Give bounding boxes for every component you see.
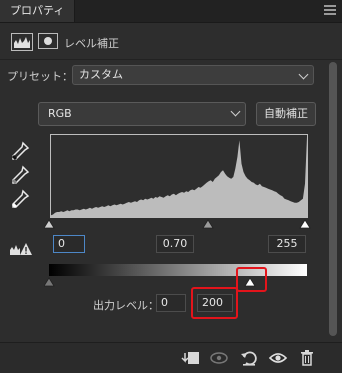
chevron-down-icon	[298, 69, 309, 80]
auto-button[interactable]: 自動補正	[256, 102, 316, 126]
tab-properties[interactable]: プロパティ	[0, 0, 76, 22]
output-black-slider[interactable]	[43, 277, 55, 287]
view-previous-state-icon[interactable]	[209, 349, 229, 367]
histogram	[50, 134, 308, 218]
channel-value: RGB	[48, 107, 72, 120]
highlight-box-output	[191, 287, 238, 319]
black-point-eyedropper-icon[interactable]	[9, 140, 31, 162]
visibility-eye-icon[interactable]	[268, 349, 288, 367]
input-slider-track[interactable]	[43, 217, 314, 229]
output-levels-label: 出力レベル：	[93, 299, 159, 312]
layer-mask-icon[interactable]	[38, 33, 58, 49]
highlight-box-slider	[236, 267, 267, 292]
input-gamma-field[interactable]: 0.70	[156, 235, 194, 253]
preset-value: カスタム	[79, 68, 123, 81]
scrollbar[interactable]	[327, 60, 339, 342]
tab-bar: プロパティ	[0, 0, 342, 23]
clip-to-layer-icon[interactable]	[180, 349, 200, 367]
trash-icon[interactable]	[297, 349, 317, 367]
panel-menu-icon[interactable]	[324, 5, 336, 15]
scrollbar-thumb[interactable]	[329, 62, 337, 336]
clipping-warning-icon[interactable]	[9, 242, 33, 256]
bottom-toolbar	[0, 342, 342, 373]
white-point-eyedropper-icon[interactable]	[9, 188, 31, 210]
channel-dropdown[interactable]: RGB	[38, 102, 246, 126]
panel-title: レベル補正	[64, 37, 119, 50]
input-black-slider[interactable]	[43, 219, 55, 229]
input-gamma-slider[interactable]	[202, 219, 214, 229]
input-white-field[interactable]: 255	[268, 235, 306, 253]
output-black-field[interactable]: 0	[156, 294, 186, 312]
input-white-slider[interactable]	[299, 219, 311, 229]
chevron-down-icon	[230, 106, 241, 117]
preset-dropdown[interactable]: カスタム	[72, 65, 314, 85]
histogram-graph	[51, 135, 307, 217]
output-slider-track[interactable]	[43, 274, 314, 288]
reset-icon[interactable]	[239, 349, 259, 367]
levels-adjustment-icon[interactable]	[11, 33, 33, 51]
input-black-field[interactable]: 0	[53, 235, 85, 253]
gray-point-eyedropper-icon[interactable]	[9, 164, 31, 186]
preset-label: プリセット：	[7, 70, 73, 83]
panel-header: レベル補正	[0, 23, 342, 60]
